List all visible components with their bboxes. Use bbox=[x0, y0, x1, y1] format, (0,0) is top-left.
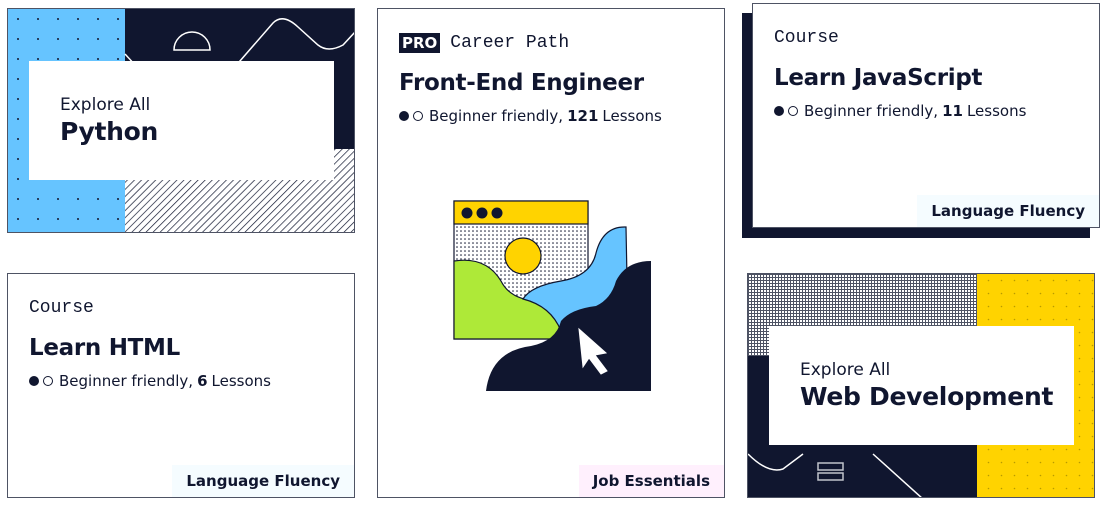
category-tag: Job Essentials bbox=[578, 465, 724, 497]
explore-web-development-card[interactable]: Explore All Web Development bbox=[747, 273, 1095, 498]
course-card-javascript[interactable]: Course Learn JavaScript Beginner friendl… bbox=[752, 3, 1100, 228]
lesson-label: Lessons bbox=[211, 372, 271, 390]
course-title: Learn JavaScript bbox=[774, 65, 983, 91]
lesson-count: 11 bbox=[942, 102, 963, 120]
card-type-label: Course bbox=[774, 28, 839, 48]
career-path-title: Front-End Engineer bbox=[399, 70, 644, 96]
explore-subtitle: Explore All bbox=[60, 95, 151, 115]
difficulty-label: Beginner friendly, bbox=[59, 372, 194, 390]
difficulty-label: Beginner friendly, bbox=[804, 102, 939, 120]
course-card-html[interactable]: Course Learn HTML Beginner friendly, 6 L… bbox=[7, 273, 355, 498]
career-path-card-front-end[interactable]: PRO Career Path Front-End Engineer Begin… bbox=[377, 8, 725, 498]
explore-python-card[interactable]: Explore All Python bbox=[7, 8, 355, 233]
card-type-row: PRO Career Path bbox=[399, 33, 569, 53]
category-tag: Language Fluency bbox=[172, 465, 354, 497]
card-type-label: Course bbox=[29, 298, 94, 318]
difficulty-label: Beginner friendly, bbox=[429, 107, 564, 125]
difficulty-empty-dot-icon bbox=[413, 111, 423, 121]
pro-badge: PRO bbox=[399, 33, 441, 53]
difficulty-empty-dot-icon bbox=[43, 376, 53, 386]
lesson-count: 121 bbox=[567, 107, 599, 125]
career-path-meta: Beginner friendly, 121 Lessons bbox=[399, 107, 662, 125]
category-tag: Language Fluency bbox=[917, 195, 1099, 227]
lesson-count: 6 bbox=[197, 372, 208, 390]
difficulty-filled-dot-icon bbox=[29, 376, 39, 386]
explore-subtitle: Explore All bbox=[800, 360, 891, 380]
python-label-box: Explore All Python bbox=[29, 61, 334, 180]
difficulty-empty-dot-icon bbox=[788, 106, 798, 116]
course-title: Learn HTML bbox=[29, 335, 180, 361]
lesson-label: Lessons bbox=[966, 102, 1027, 120]
lesson-label: Lessons bbox=[602, 107, 662, 125]
explore-title: Python bbox=[60, 117, 159, 146]
explore-title: Web Development bbox=[800, 382, 1054, 411]
card-type-label: Career Path bbox=[450, 33, 570, 53]
difficulty-filled-dot-icon bbox=[399, 111, 409, 121]
browser-window-cursor-illustration bbox=[453, 200, 651, 391]
difficulty-filled-dot-icon bbox=[774, 106, 784, 116]
course-meta: Beginner friendly, 6 Lessons bbox=[29, 372, 271, 390]
web-development-label-box: Explore All Web Development bbox=[769, 326, 1074, 445]
course-meta: Beginner friendly, 11 Lessons bbox=[774, 102, 1026, 120]
